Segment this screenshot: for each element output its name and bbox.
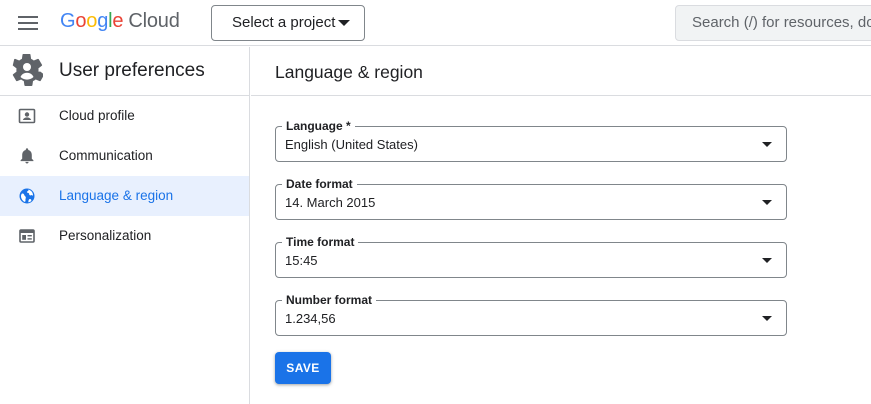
globe-icon [19, 188, 35, 204]
number-format-select-value: 1.234,56 [285, 311, 336, 326]
time-format-select-value: 15:45 [285, 253, 318, 268]
sidebar-item-communication[interactable]: Communication [0, 136, 249, 176]
sidebar-item-personalization[interactable]: Personalization [0, 216, 249, 256]
caret-down-icon [338, 20, 350, 26]
panel-icon [19, 229, 35, 243]
sidebar: User preferences Cloud profile Communica… [0, 47, 250, 404]
time-format-select[interactable]: Time format 15:45 [275, 235, 787, 278]
caret-down-icon [762, 316, 772, 321]
top-bar: Google Cloud Select a project Search (/) … [0, 0, 871, 46]
sidebar-item-label: Language & region [59, 188, 174, 203]
sidebar-header: User preferences [0, 47, 249, 96]
page-title: Language & region [275, 62, 423, 82]
main-content: Language & region Language * English (Un… [251, 47, 871, 404]
sidebar-item-label: Communication [59, 148, 153, 163]
hamburger-menu-icon[interactable] [14, 13, 42, 33]
project-selector-button[interactable]: Select a project [211, 5, 365, 41]
search-input[interactable]: Search (/) for resources, docs, products… [675, 5, 871, 41]
profile-card-icon [18, 108, 36, 124]
sidebar-item-cloud-profile[interactable]: Cloud profile [0, 96, 249, 136]
language-select-label: Language * [282, 119, 355, 133]
caret-down-icon [762, 142, 772, 147]
sidebar-title: User preferences [59, 60, 205, 81]
google-cloud-logo[interactable]: Google Cloud [60, 10, 180, 33]
save-button[interactable]: SAVE [275, 352, 331, 384]
caret-down-icon [762, 258, 772, 263]
time-format-select-label: Time format [282, 235, 359, 249]
language-select-value: English (United States) [285, 137, 418, 152]
bell-icon [20, 148, 34, 164]
language-select[interactable]: Language * English (United States) [275, 119, 787, 162]
number-format-select-label: Number format [282, 293, 377, 307]
sidebar-item-language-region[interactable]: Language & region [0, 176, 249, 216]
search-placeholder: Search (/) for resources, docs, products… [692, 14, 871, 31]
date-format-select-label: Date format [282, 177, 357, 191]
number-format-select[interactable]: Number format 1.234,56 [275, 293, 787, 336]
gear-person-icon [12, 54, 43, 86]
sidebar-item-label: Personalization [59, 228, 152, 243]
caret-down-icon [762, 200, 772, 205]
date-format-select[interactable]: Date format 14. March 2015 [275, 177, 787, 220]
project-selector-label: Select a project [232, 14, 336, 31]
sidebar-item-label: Cloud profile [59, 108, 135, 123]
page-header: Language & region [251, 47, 871, 96]
date-format-select-value: 14. March 2015 [285, 195, 376, 210]
